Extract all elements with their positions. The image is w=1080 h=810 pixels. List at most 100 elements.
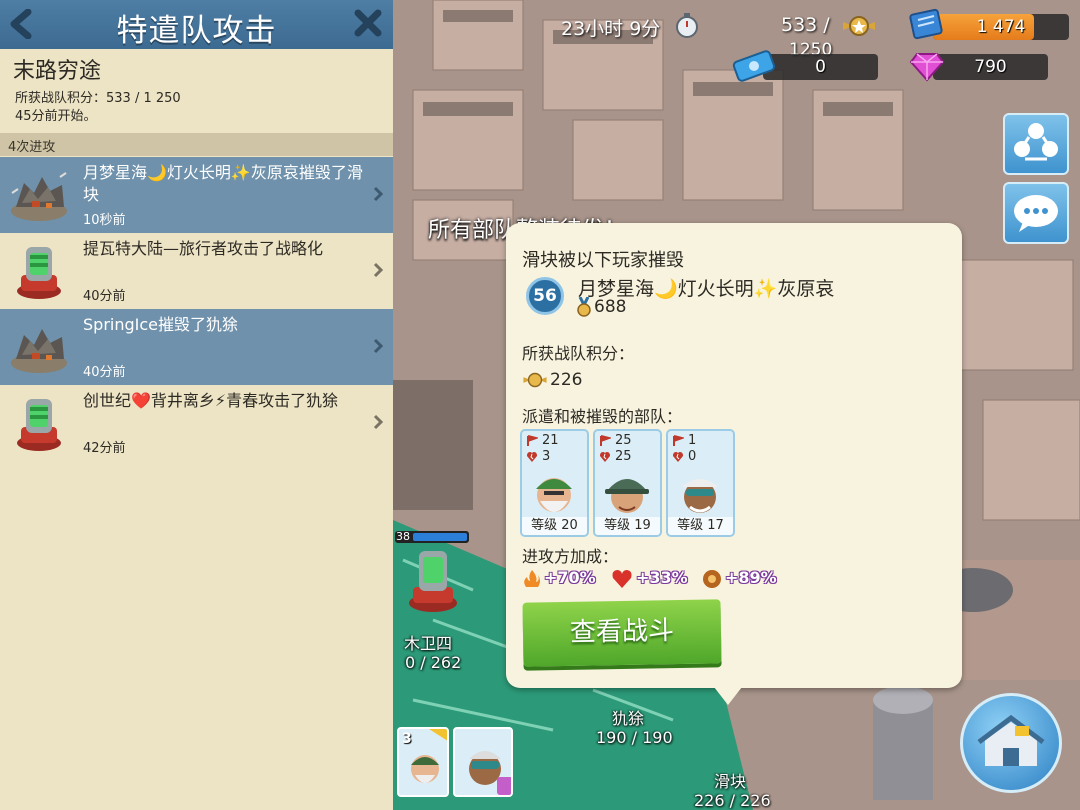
building-label-muweisi: 木卫四 [404,634,453,653]
broken-heart-icon [673,452,683,462]
attack-list-item[interactable]: 创世纪❤️背井离乡⚡青春攻击了犰狳 42分前 [0,385,393,461]
troop-lost: 25 [615,449,632,464]
player-medals: 688 [594,297,627,317]
attack-count-bar: 4次进攻 [0,133,393,156]
troop-card: 1 0 等级 17 [666,429,735,537]
headquarters-icon [977,714,1045,766]
troop-level: 等级 20 [522,517,587,535]
troop-deploy-card[interactable] [453,727,513,797]
troop-deploy-card[interactable]: 3 [397,727,449,797]
intel-bar: 1 474 [933,14,1069,40]
points-value: 226 [550,370,583,390]
deployed-flag-icon [527,435,538,446]
building-hp-huakuai: 226 / 226 [694,791,771,810]
points-label: 所获战队积分： [522,344,635,363]
attack-text: SpringIce摧毁了犰狳 [83,315,238,334]
attack-text: 月梦星海🌙灯火长明✨灰原哀摧毁了滑块 [83,163,363,204]
close-icon[interactable] [353,8,383,38]
chat-button[interactable] [1003,182,1069,244]
heart-boost-icon [612,570,632,588]
troops-label: 派遣和被摧毁的部队： [522,407,683,426]
chevron-right-icon [373,414,383,430]
building-hp-qiuyu: 190 / 190 [596,728,673,747]
health-boost: +33% [636,568,688,587]
troop-card: 25 25 等级 19 [593,429,662,537]
attack-time: 40分前 [83,365,126,380]
operation-timer: 23小时 9分 [561,18,661,40]
medal-wings-icon [843,16,875,36]
chat-bubble-icon [1014,195,1058,232]
operation-score: 所获战队积分：533 / 1 250 [15,91,181,106]
tickets-value: 0 [815,57,826,77]
team-icon [1014,123,1058,161]
troop-deployed: 1 [688,433,697,448]
attack-count: 4次进攻 [8,140,56,155]
tower-building-icon [409,551,457,612]
troop-count: 3 [402,731,412,747]
troop-card: 21 3 等级 20 [520,429,589,537]
tickets-bar: 0 [763,54,878,80]
deployed-flag-icon [600,435,611,446]
intel-value: 1 474 [976,17,1026,37]
broken-heart-icon [600,452,610,462]
tower-building-icon [17,247,61,299]
operation-start-time: 45分前开始。 [15,109,97,124]
view-battle-button[interactable]: 查看战斗 [522,599,722,667]
panel-header: 特遣队攻击 [0,0,393,49]
operation-info: 末路穷途 所获战队积分：533 / 1 250 45分前开始。 [0,49,393,132]
gear-boost-icon [703,570,721,588]
game-map[interactable]: 23小时 9分 533 / 1 25 0 1 474 0 790 木卫四 0 / 2… [393,0,1080,810]
medic-portrait-icon [469,751,511,795]
tower-building-icon [17,399,61,451]
medic-portrait-icon [682,479,718,513]
attack-log-panel: 特遣队攻击 末路穷途 所获战队积分：533 / 1 250 45分前开始。 4次… [0,0,393,810]
attack-list-item[interactable]: 提瓦特大陆—旅行者攻击了战略化 40分前 [0,233,393,309]
troop-deployed: 21 [542,433,559,448]
destroyed-building-icon [11,329,67,373]
deployed-flag-icon [673,435,684,446]
panel-title: 特遣队攻击 [116,13,277,49]
attack-list-item[interactable]: 月梦星海🌙灯火长明✨灰原哀摧毁了滑块 10秒前 [0,157,393,233]
building-level: 38 [396,530,410,543]
stopwatch-icon [676,13,698,38]
building-label-huakuai: 滑块 [714,772,747,791]
popup-pointer [714,687,742,705]
team-score: 533 / [781,14,830,36]
boost-label: 进攻方加成： [522,547,619,566]
troop-lost: 3 [542,449,551,464]
attack-text: 创世纪❤️背井离乡⚡青春攻击了犰狳 [83,391,339,410]
attack-list-item[interactable]: SpringIce摧毁了犰狳 40分前 [0,309,393,385]
building-health-fill [413,533,467,541]
headquarters-button[interactable] [960,693,1062,793]
damage-boost: +70% [544,568,596,587]
diamonds-bar: 790 [933,54,1048,80]
attack-text: 提瓦特大陆—旅行者攻击了战略化 [83,239,324,258]
diamond-icon [909,53,945,82]
view-battle-label: 查看战斗 [569,616,675,648]
attack-time: 40分前 [83,289,126,304]
destroyed-building-icon [11,172,67,221]
fire-boost-icon [524,570,540,587]
attack-detail-popup: 滑块被以下玩家摧毁 56 月梦星海🌙灯火长明✨灰原哀 688 所获战队积分： 2… [506,223,962,688]
chevron-right-icon [373,262,383,278]
medal-icon [577,297,591,317]
troop-deployed: 25 [615,433,632,448]
ticket-icon [732,50,776,82]
building-hp-muweisi: 0 / 262 [405,653,462,672]
player-level-badge: 56 [526,277,564,315]
attack-time: 42分前 [83,441,126,456]
chevron-right-icon [373,338,383,354]
troop-level: 等级 17 [668,517,733,535]
heavy-portrait-icon [605,479,649,513]
rifleman-portrait-icon [536,478,572,512]
troop-level: 等级 19 [595,517,660,535]
energy-boost: +89% [725,568,777,587]
chevron-right-icon [373,186,383,202]
building-label-qiuyu: 犰狳 [612,709,645,728]
diamonds-value: 790 [974,57,1007,77]
team-button[interactable] [1003,113,1069,175]
troop-lost: 0 [688,449,697,464]
intel-document-icon [909,8,943,40]
building-health-bar: 38 [395,530,469,543]
broken-heart-icon [527,452,537,462]
